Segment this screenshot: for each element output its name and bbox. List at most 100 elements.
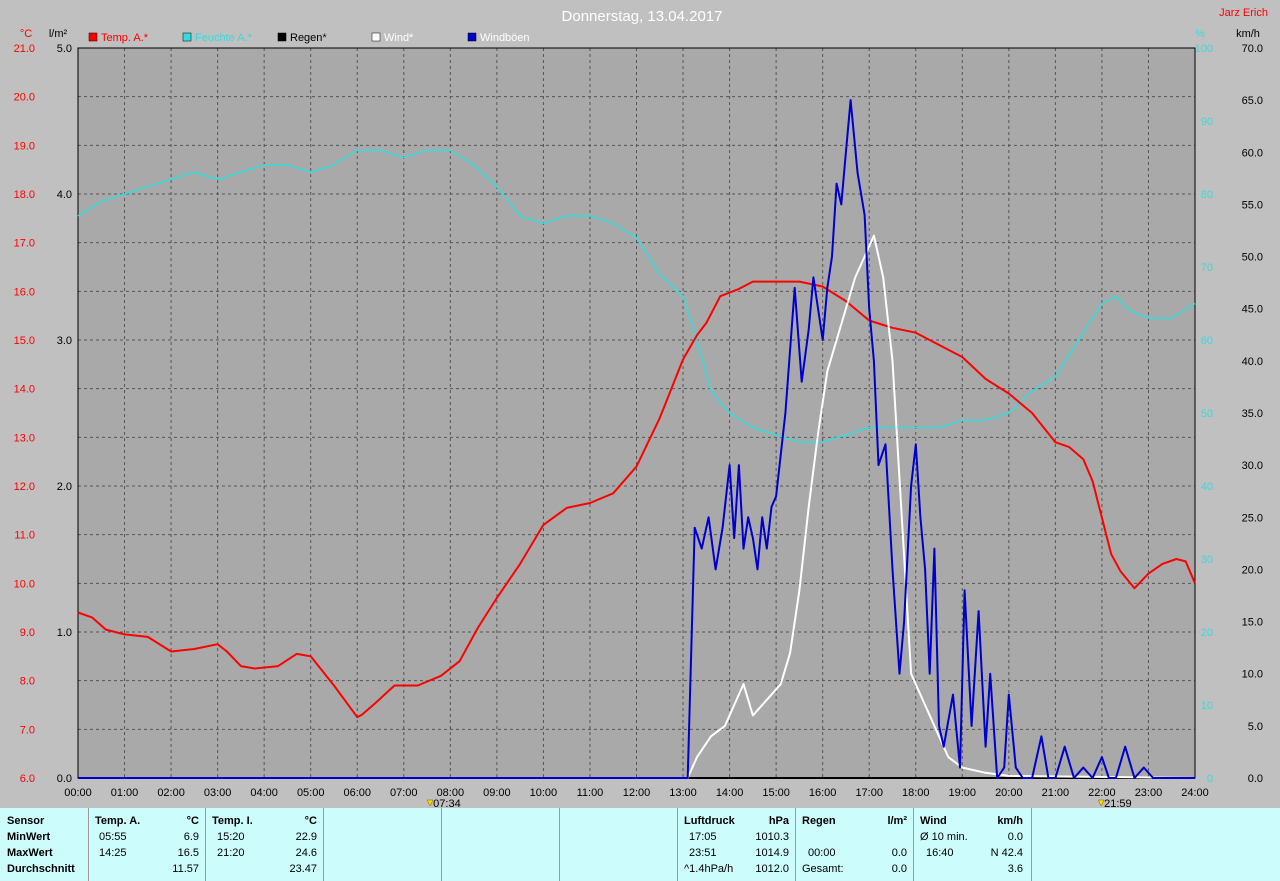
pressure-header: Luftdruck <box>684 815 735 827</box>
wind-unit: km/h <box>997 815 1023 827</box>
rain-tick-label: 1.0 <box>57 627 72 639</box>
wind-header: Wind <box>920 815 947 827</box>
pressure-avg-value: 1012.0 <box>755 863 789 875</box>
temp-a-unit: °C <box>186 815 199 827</box>
temp-tick-label: 11.0 <box>14 530 35 542</box>
x-tick-label: 20:00 <box>995 787 1023 799</box>
temp-a-header: Temp. A. <box>95 815 141 827</box>
legend-swatch <box>182 32 192 42</box>
stats-temp-i-column: Temp. I. °C 15:20 22.9 21:20 24.6 23.47 <box>206 808 324 881</box>
temp-a-avg-value: 11.57 <box>172 863 199 875</box>
stats-rain-column: Regen l/m² 00:00 0.0 Gesamt: 0.0 <box>796 808 914 881</box>
humidity-tick-label: 0 <box>1207 773 1213 785</box>
wind-max-time: 16:40 <box>926 847 954 859</box>
chart-author: Jarz Erich <box>1219 7 1268 19</box>
rain-tick-label: 0.0 <box>57 773 72 785</box>
temp-i-min-time: 15:20 <box>217 831 245 843</box>
sunset-label: 21:59 <box>1104 798 1132 808</box>
wind-tick-label: 50.0 <box>1242 252 1263 264</box>
rain-tick-label: 3.0 <box>57 335 72 347</box>
wind-avg10-label: Ø 10 min. <box>920 831 968 843</box>
wind-tick-label: 10.0 <box>1242 669 1263 681</box>
chart-legend: Temp. A.* Feuchte A.* Regen* Wind* Windböen <box>88 32 530 44</box>
x-tick-label: 23:00 <box>1135 787 1163 799</box>
legend-swatch <box>88 32 98 42</box>
wind-max-value: N 42.4 <box>990 847 1023 859</box>
wind-tick-label: 70.0 <box>1242 43 1263 55</box>
wind-avg10-value: 0.0 <box>1007 831 1023 843</box>
x-tick-label: 11:00 <box>577 787 604 799</box>
temp-i-max-value: 24.6 <box>295 847 317 859</box>
pressure-min-value: 1010.3 <box>755 831 789 843</box>
temp-i-min-value: 22.9 <box>295 831 317 843</box>
stats-temp-a-column: Temp. A. °C 05:55 6.9 14:25 16.5 11.57 <box>89 808 206 881</box>
wind-tick-label: 40.0 <box>1242 356 1263 368</box>
legend-swatch <box>277 32 287 42</box>
rain-total-value: 0.0 <box>891 863 907 875</box>
wind-axis-unit: km/h <box>1236 28 1260 40</box>
chart-title: Donnerstag, 13.04.2017 <box>562 8 723 25</box>
legend-label: Wind* <box>384 32 414 44</box>
temp-tick-label: 20.0 <box>14 92 35 104</box>
temp-tick-label: 12.0 <box>14 481 35 493</box>
wind-tick-label: 15.0 <box>1242 617 1263 629</box>
row-label-min: MinWert <box>7 831 51 843</box>
humidity-tick-label: 50 <box>1201 408 1213 420</box>
x-tick-label: 03:00 <box>204 787 232 799</box>
wind-tick-label: 65.0 <box>1242 95 1263 107</box>
x-tick-label: 13:00 <box>669 787 697 799</box>
legend-swatch <box>467 32 477 42</box>
x-tick-label: 02:00 <box>157 787 185 799</box>
rain-header: Regen <box>802 815 836 827</box>
pressure-trend: ^1.4hPa/h <box>684 863 734 875</box>
humidity-tick-label: 20 <box>1201 627 1213 639</box>
temp-i-avg-value: 23.47 <box>289 863 317 875</box>
stats-wind-column: Wind km/h Ø 10 min. 0.0 16:40 N 42.4 3.6 <box>914 808 1032 881</box>
rain-tick-label: 4.0 <box>57 189 72 201</box>
weather-chart: 00:00 01:00 02:00 03:00 04:00 05:00 06:00 07:00… <box>14 7 1268 808</box>
temp-i-unit: °C <box>304 815 317 827</box>
wind-avg-value: 3.6 <box>1007 863 1023 875</box>
temp-tick-label: 14.0 <box>14 384 35 396</box>
wind-tick-label: 30.0 <box>1242 460 1263 472</box>
wind-tick-label: 55.0 <box>1242 199 1263 211</box>
rain-max-value: 0.0 <box>891 847 907 859</box>
pressure-min-time: 17:05 <box>689 831 717 843</box>
wind-tick-label: 25.0 <box>1242 512 1263 524</box>
temp-i-header: Temp. I. <box>212 815 253 827</box>
humidity-axis-unit: % <box>1195 28 1205 40</box>
temp-tick-label: 9.0 <box>20 627 35 639</box>
temp-tick-label: 19.0 <box>14 140 35 152</box>
temp-tick-label: 8.0 <box>20 676 35 688</box>
rain-total-label: Gesamt: <box>802 863 844 875</box>
x-tick-label: 05:00 <box>297 787 325 799</box>
x-tick-label: 15:00 <box>762 787 790 799</box>
rain-tick-label: 5.0 <box>57 43 72 55</box>
rain-unit: l/m² <box>887 815 907 827</box>
temp-tick-label: 6.0 <box>20 773 35 785</box>
wind-tick-label: 5.0 <box>1248 721 1263 733</box>
temp-axis-unit: °C <box>20 28 32 40</box>
x-tick-label: 12:00 <box>623 787 651 799</box>
temp-a-min-value: 6.9 <box>183 831 199 843</box>
temp-tick-label: 13.0 <box>14 432 35 444</box>
pressure-max-value: 1014.9 <box>755 847 789 859</box>
x-tick-label: 21:00 <box>1042 787 1070 799</box>
statistics-panel: Sensor MinWert MaxWert Durchschnitt Temp… <box>0 808 1280 881</box>
stats-pressure-column: Luftdruck hPa 17:05 1010.3 23:51 1014.9 … <box>678 808 796 881</box>
stats-sensor-column: Sensor MinWert MaxWert Durchschnitt <box>0 808 89 881</box>
humidity-tick-label: 100 <box>1195 43 1213 55</box>
legend-label: Feuchte A.* <box>195 32 253 44</box>
rain-axis-unit: l/m² <box>49 28 68 40</box>
x-tick-label: 18:00 <box>902 787 930 799</box>
pressure-unit: hPa <box>768 815 789 827</box>
humidity-tick-label: 60 <box>1201 335 1213 347</box>
sensor-header: Sensor <box>7 815 45 827</box>
x-tick-label: 09:00 <box>483 787 511 799</box>
stats-empty-column-1 <box>324 808 442 881</box>
x-tick-label: 00:00 <box>64 787 92 799</box>
temp-i-max-time: 21:20 <box>217 847 245 859</box>
x-tick-label: 19:00 <box>949 787 977 799</box>
temp-tick-label: 17.0 <box>14 238 35 250</box>
temp-a-max-value: 16.5 <box>177 847 199 859</box>
